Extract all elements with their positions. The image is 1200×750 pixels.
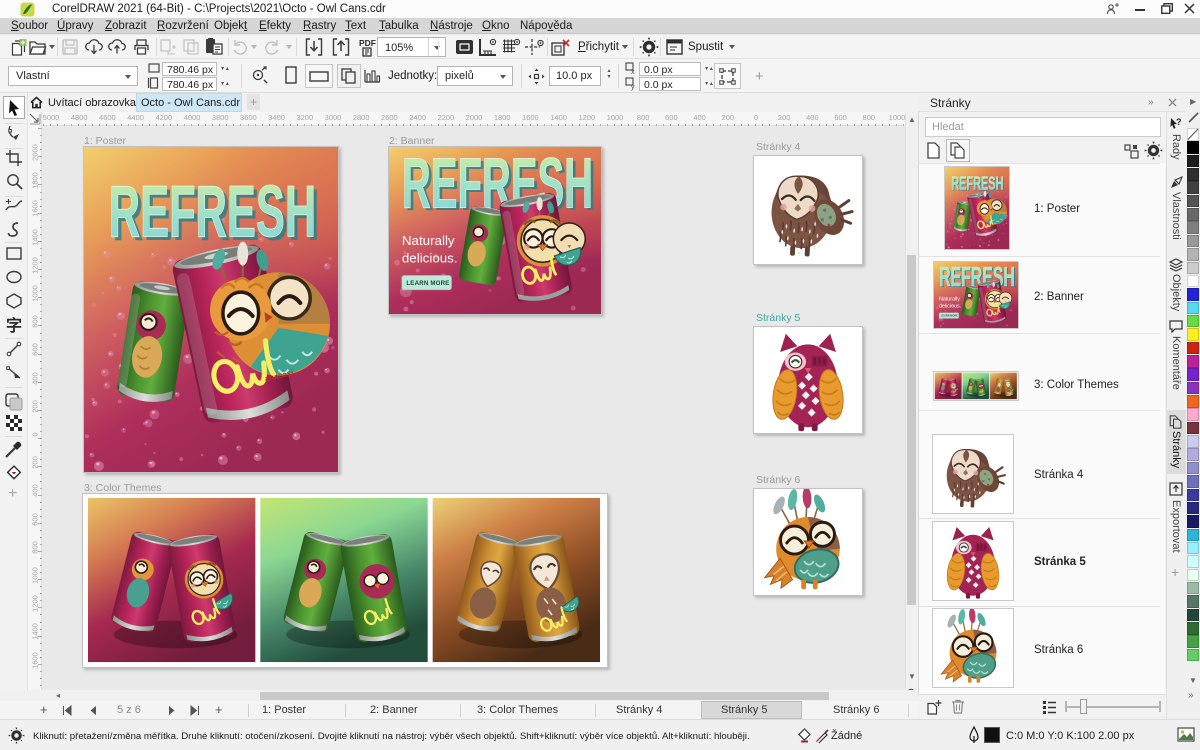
svg-text:y: y xyxy=(631,84,635,91)
svg-text:PDF: PDF xyxy=(359,38,376,48)
svg-text:?: ? xyxy=(1176,117,1182,127)
svg-text:字: 字 xyxy=(6,316,22,335)
svg-text:x: x xyxy=(631,69,635,76)
